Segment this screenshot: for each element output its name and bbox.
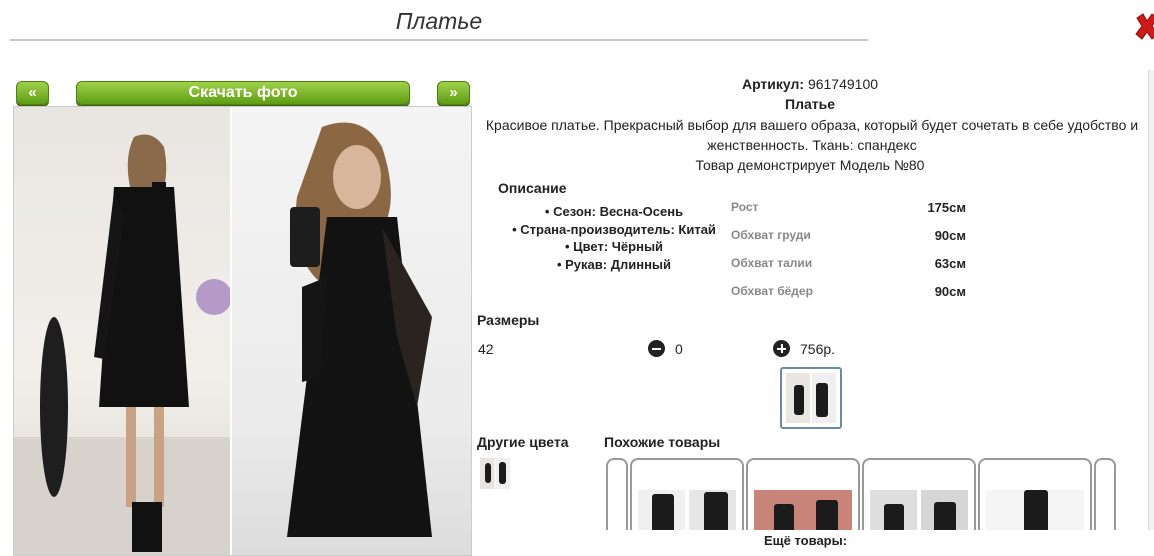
other-colors-title: Другие цвета xyxy=(477,434,569,450)
measurement-row: Обхват груди 90см xyxy=(731,222,971,250)
measurement-value: 90см xyxy=(934,228,966,243)
more-products-title: Ещё товары: xyxy=(764,533,848,548)
title-divider xyxy=(10,39,868,41)
photo-right xyxy=(232,107,471,555)
plus-circle-icon[interactable] xyxy=(773,340,790,357)
product-info-panel: Артикул: 961749100 Платье Красивое плать… xyxy=(476,70,1148,530)
carousel-edge-left[interactable] xyxy=(606,458,628,530)
measurement-row: Рост 175см xyxy=(731,194,971,222)
description-list: Сезон: Весна-Осень Страна-производитель:… xyxy=(494,203,734,273)
similar-products-title: Похожие товары xyxy=(604,434,721,450)
page-title: Платье xyxy=(395,8,483,34)
product-name: Платье xyxy=(785,96,835,112)
carousel-edge-right[interactable] xyxy=(1094,458,1116,530)
similar-product-item[interactable] xyxy=(746,458,860,530)
list-item: Страна-производитель: Китай xyxy=(494,221,734,239)
quantity-value: 0 xyxy=(675,341,683,357)
sizes-title: Размеры xyxy=(477,312,540,328)
product-description: Красивое платье. Прекрасный выбор для ва… xyxy=(485,117,1139,153)
measurement-value: 175см xyxy=(927,200,966,215)
list-item: Цвет: Чёрный xyxy=(494,238,734,256)
download-photo-button[interactable]: Скачать фото xyxy=(76,81,410,105)
model-note: Товар демонстрирует Модель №80 xyxy=(695,157,925,173)
measurements-table: Рост 175см Обхват груди 90см Обхват тали… xyxy=(731,194,971,306)
sku-value: 961749100 xyxy=(807,76,879,92)
sku-line: Артикул: 961749100 xyxy=(476,76,1144,92)
description-title: Описание xyxy=(498,180,567,196)
measurement-label: Рост xyxy=(731,200,759,214)
panel-scrollbar[interactable] xyxy=(1148,70,1154,530)
photo-left xyxy=(14,107,230,555)
product-popup: Платье « Скачать фото » Артикул: 9617491… xyxy=(0,0,1154,556)
measurement-row: Обхват талии 63см xyxy=(731,250,971,278)
list-item: Сезон: Весна-Осень xyxy=(494,203,734,221)
price-value: 756р. xyxy=(800,341,836,357)
measurement-row: Обхват бёдер 90см xyxy=(731,278,971,306)
similar-product-item[interactable] xyxy=(862,458,976,530)
measurement-label: Обхват бёдер xyxy=(731,284,813,298)
list-item: Рукав: Длинный xyxy=(494,256,734,274)
measurement-label: Обхват груди xyxy=(731,228,811,242)
sku-label: Артикул: xyxy=(741,76,805,92)
other-color-thumbnail[interactable] xyxy=(480,458,510,489)
similar-product-item[interactable] xyxy=(978,458,1092,530)
close-icon[interactable] xyxy=(1133,12,1154,42)
next-photo-button[interactable]: » xyxy=(437,81,470,105)
prev-photo-button[interactable]: « xyxy=(16,81,49,105)
measurement-label: Обхват талии xyxy=(731,256,813,270)
similar-products-carousel xyxy=(606,458,1118,530)
measurement-value: 90см xyxy=(934,284,966,299)
measurement-value: 63см xyxy=(934,256,966,271)
minus-circle-icon[interactable] xyxy=(648,340,665,357)
thumbnail-image xyxy=(786,373,836,423)
similar-product-item[interactable] xyxy=(630,458,744,530)
photo-thumbnail[interactable] xyxy=(780,367,842,429)
size-value: 42 xyxy=(478,341,494,357)
product-photo[interactable] xyxy=(13,106,472,556)
